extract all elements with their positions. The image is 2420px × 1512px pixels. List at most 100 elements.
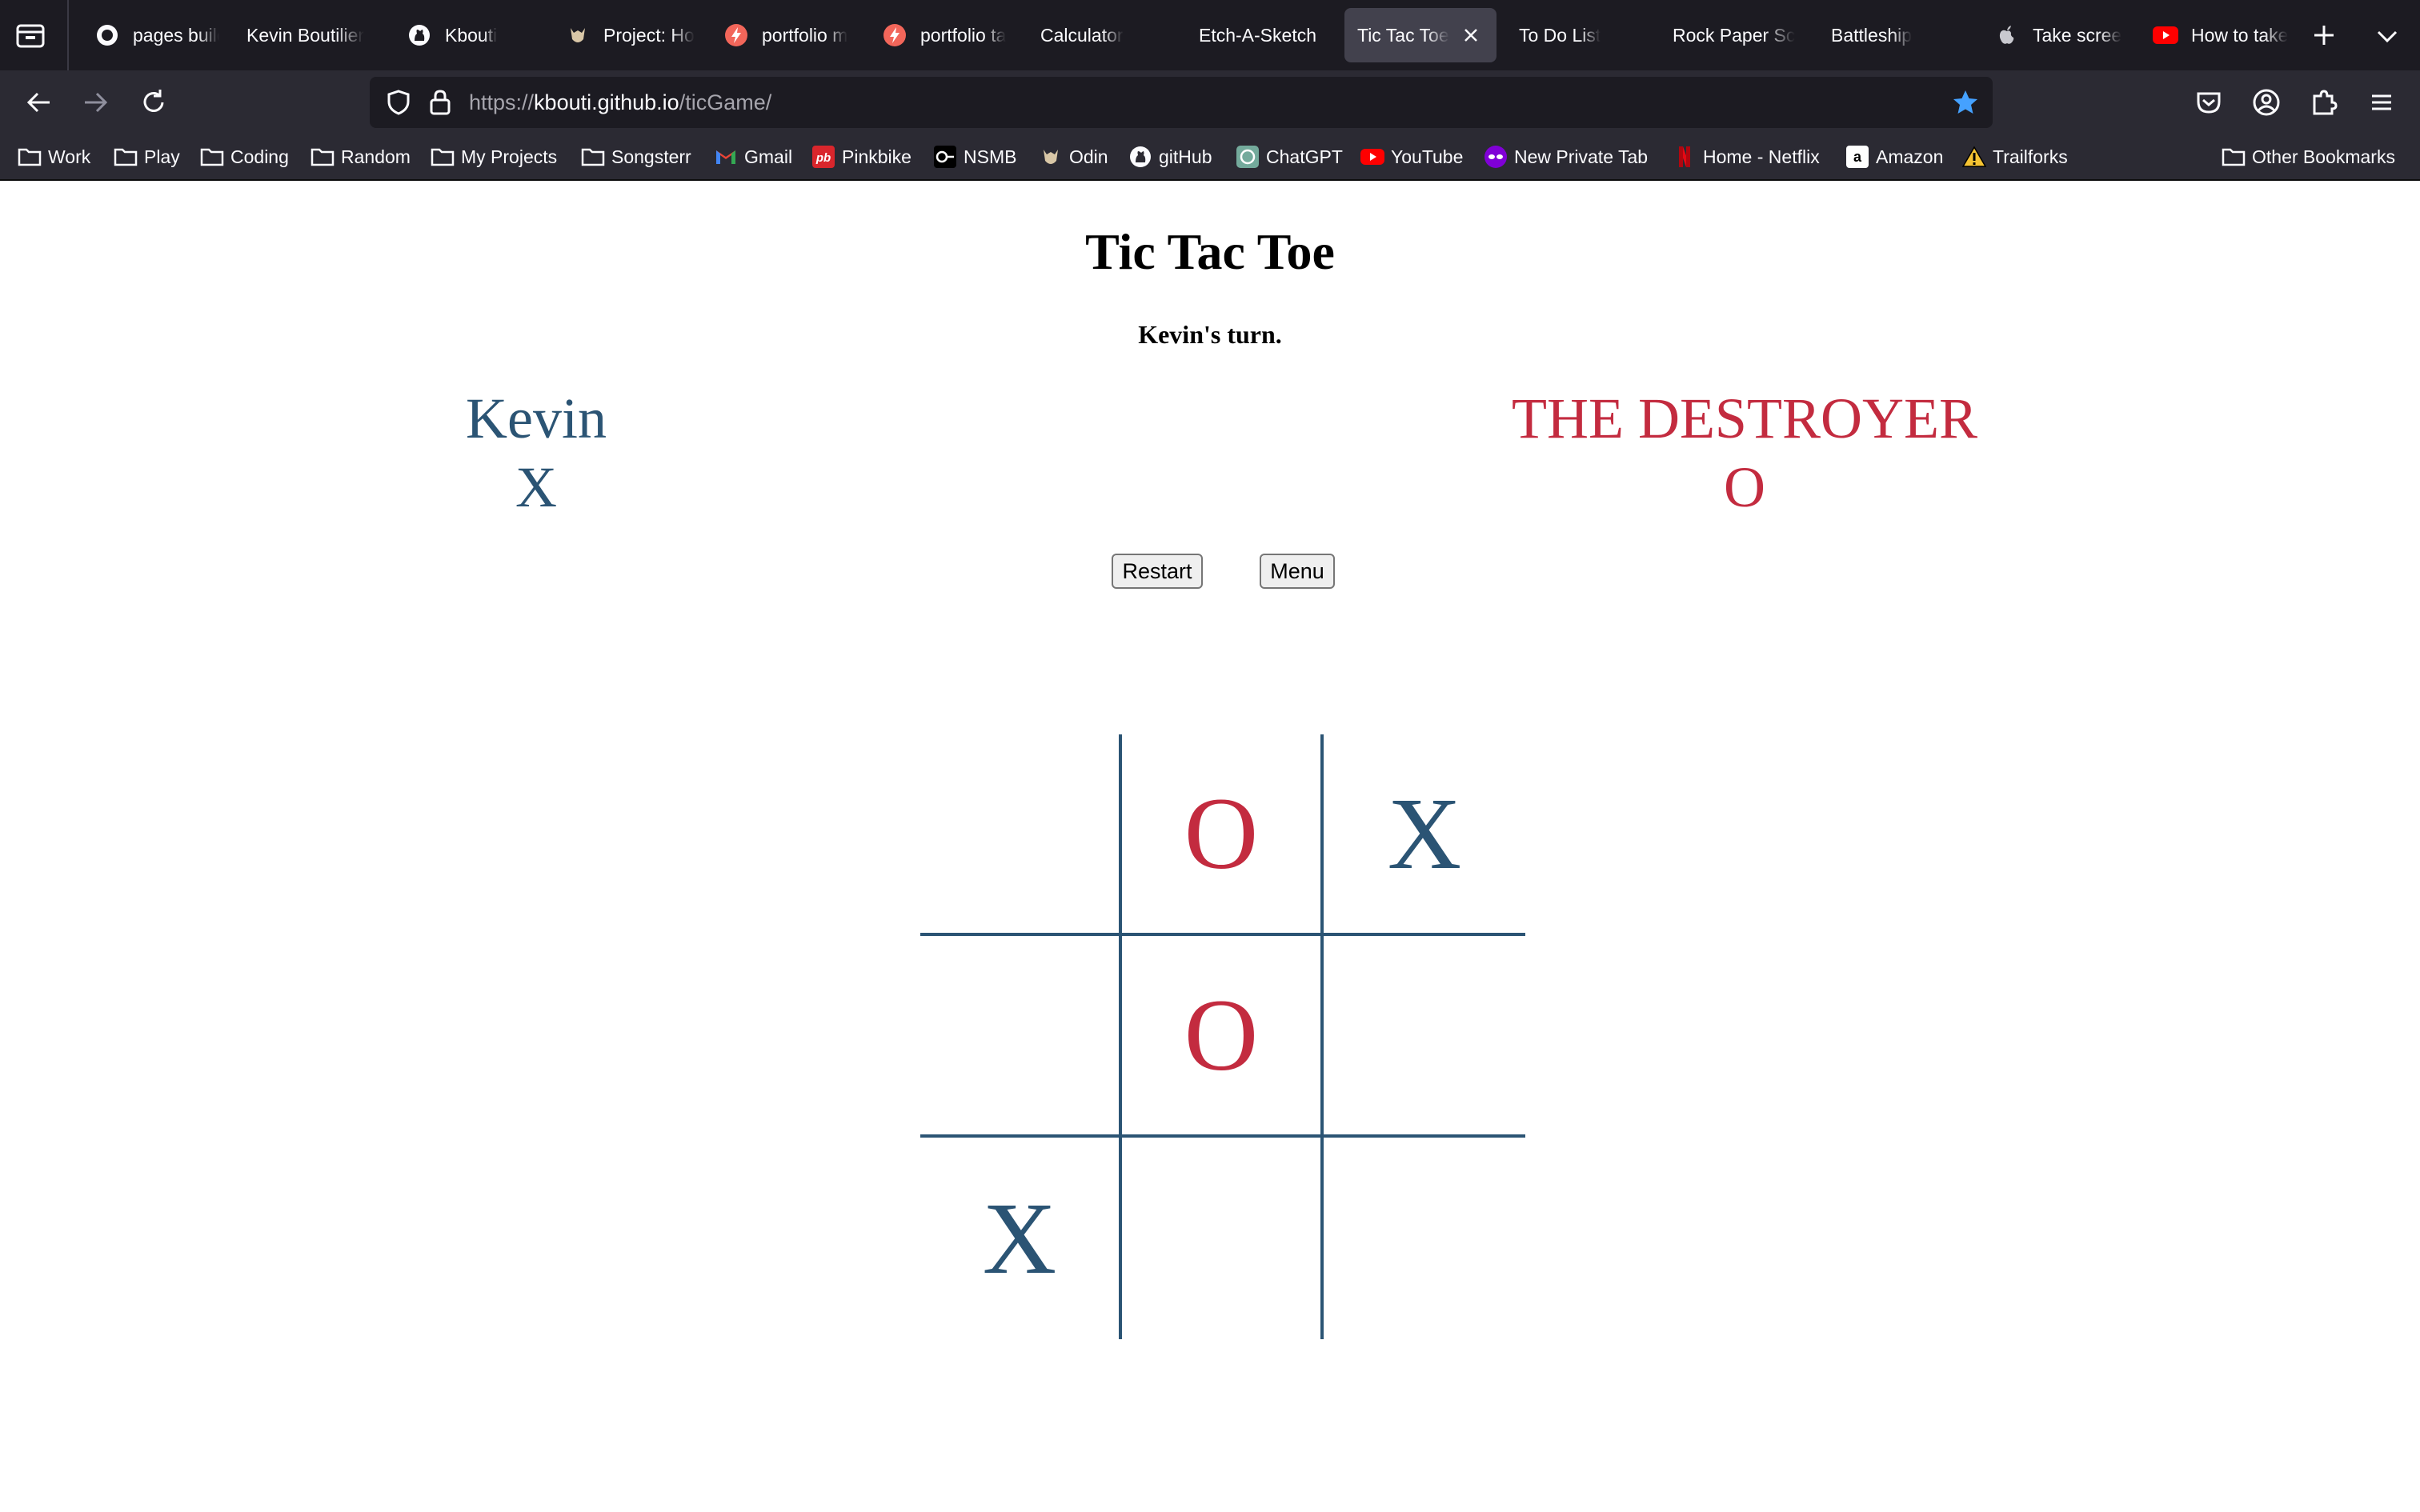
account-icon[interactable] [2250,86,2282,118]
folder-icon [2222,145,2246,169]
bookmark-label: Gmail [744,146,793,167]
url-path: /ticGame/ [679,90,772,114]
bookmark-my-projects[interactable]: My Projects [431,142,557,171]
folder-icon [200,145,224,169]
tab-title: portfolio m [762,24,848,46]
folder-icon [114,145,138,169]
tab-title: Kevin Boutilier [246,24,365,46]
board-cell-5[interactable]: O [1122,936,1324,1138]
lock-icon[interactable] [427,88,453,117]
bookmark-github[interactable]: gitHub [1128,142,1212,171]
bookmark-gmail[interactable]: Gmail [714,142,792,171]
page-title: Tic Tac Toe [1085,223,1335,280]
bookmark-odin[interactable]: Odin [1039,142,1108,171]
tab-calculator[interactable]: Calculator [1020,8,1176,62]
odin-icon [565,22,591,48]
back-arrow-icon[interactable] [21,85,56,120]
folder-icon [581,145,605,169]
bookmark-label: Work [48,146,91,167]
tab-title: portfolio ta [920,24,1007,46]
tab-title: How to take [2191,24,2289,46]
pocket-icon[interactable] [2193,86,2225,118]
tab-to-do-list[interactable]: To Do List [1498,8,1655,62]
board-cell-6[interactable] [1324,936,1525,1138]
navigation-toolbar: https://kbouti.github.io/ticGame/ [0,70,2420,134]
nsmb-icon [933,145,957,169]
bookmark-label: NSMB [964,146,1017,167]
bookmark-amazon[interactable]: a Amazon [1845,142,1943,171]
board-cell-7[interactable]: X [920,1138,1122,1339]
pinkbike-icon: pb [811,145,835,169]
tab-title: Take scree [2033,24,2122,46]
netflix-icon [1673,145,1697,169]
shield-icon[interactable] [384,88,413,117]
tab-kbouti[interactable]: Kbouti [386,8,530,62]
bookmark-play[interactable]: Play [114,142,180,171]
player-one-name: Kevin [466,386,607,450]
tab-tic-tac-toe[interactable]: Tic Tac Toe [1344,8,1496,62]
tab-title: To Do List [1519,24,1601,46]
bolt-icon [882,22,908,48]
restart-button[interactable]: Restart [1112,554,1203,589]
forward-arrow-icon[interactable] [78,85,114,120]
tab-portfolio-ta[interactable]: portfolio ta [861,8,1018,62]
url-bar[interactable]: https://kbouti.github.io/ticGame/ [370,77,1993,128]
bookmark-label: Other Bookmarks [2252,146,2395,167]
folder-icon [18,145,42,169]
tab-title: Project: Ho [603,24,695,46]
board-cell-1[interactable] [920,734,1122,936]
tab-how-to-take[interactable]: How to take [2132,8,2289,62]
close-icon[interactable] [1460,24,1482,46]
reload-icon[interactable] [136,85,171,120]
tab-separator [67,0,69,70]
turn-status: Kevin's turn. [1138,320,1282,349]
tab-kevin-boutilier[interactable]: Kevin Boutilier [226,8,383,62]
board-cell-4[interactable] [920,936,1122,1138]
bookmark-chatgpt[interactable]: ChatGPT [1236,142,1343,171]
tab-battleship[interactable]: Battleship [1810,8,1967,62]
extensions-puzzle-icon[interactable] [2308,86,2340,118]
bookmark-pinkbike[interactable]: pb Pinkbike [811,142,912,171]
bookmark-youtube[interactable]: YouTube [1360,142,1463,171]
github-icon [94,22,120,48]
tab-title: Battleship [1831,24,1913,46]
bookmark-new-private-tab[interactable]: New Private Tab [1484,142,1648,171]
tab-portfolio-m[interactable]: portfolio m [703,8,859,62]
chatgpt-icon [1236,145,1260,169]
tab-rock-paper-scissors[interactable]: Rock Paper Sc [1652,8,1809,62]
bookmark-trailforks[interactable]: Trailforks [1962,142,2068,171]
board-cell-3[interactable]: X [1324,734,1525,936]
bookmarks-toolbar: Work Play Coding Random My Projects Song… [0,134,2420,181]
bookmark-songsterr[interactable]: Songsterr [581,142,691,171]
tab-etch-a-sketch[interactable]: Etch-A-Sketch [1178,8,1335,62]
bookmark-nsmb[interactable]: NSMB [933,142,1016,171]
chevron-down-icon[interactable] [2374,22,2401,50]
tab-take-screenshot[interactable]: Take scree [1973,8,2130,62]
bookmark-random[interactable]: Random [311,142,411,171]
new-tab-plus-icon[interactable] [2310,21,2338,50]
bookmark-label: gitHub [1159,146,1212,167]
github-icon [1128,145,1152,169]
board-cell-9[interactable] [1324,1138,1525,1339]
board-cell-8[interactable] [1122,1138,1324,1339]
player-two-name: THE DESTROYER [1512,386,1977,450]
bookmark-coding[interactable]: Coding [200,142,289,171]
bookmark-label: Amazon [1876,146,1944,167]
tab-project[interactable]: Project: Ho [544,8,701,62]
url-text[interactable]: https://kbouti.github.io/ticGame/ [469,77,771,128]
bookmark-label: Random [341,146,411,167]
board-cell-2[interactable]: O [1122,734,1324,936]
tab-title: pages build [133,24,219,46]
bookmark-work[interactable]: Work [18,142,90,171]
bookmark-star-icon[interactable] [1951,88,1980,117]
firefox-view-icon[interactable] [14,19,46,51]
other-bookmarks[interactable]: Other Bookmarks [2222,142,2395,171]
menu-button[interactable]: Menu [1260,554,1335,589]
tab-pages-build[interactable]: pages build [74,8,219,62]
svg-text:pb: pb [815,151,831,165]
folder-icon [431,145,455,169]
github-icon [407,22,432,48]
hamburger-menu-icon[interactable] [2366,86,2398,118]
player-one-mark: X [515,455,557,519]
bookmark-netflix[interactable]: Home - Netflix [1673,142,1820,171]
